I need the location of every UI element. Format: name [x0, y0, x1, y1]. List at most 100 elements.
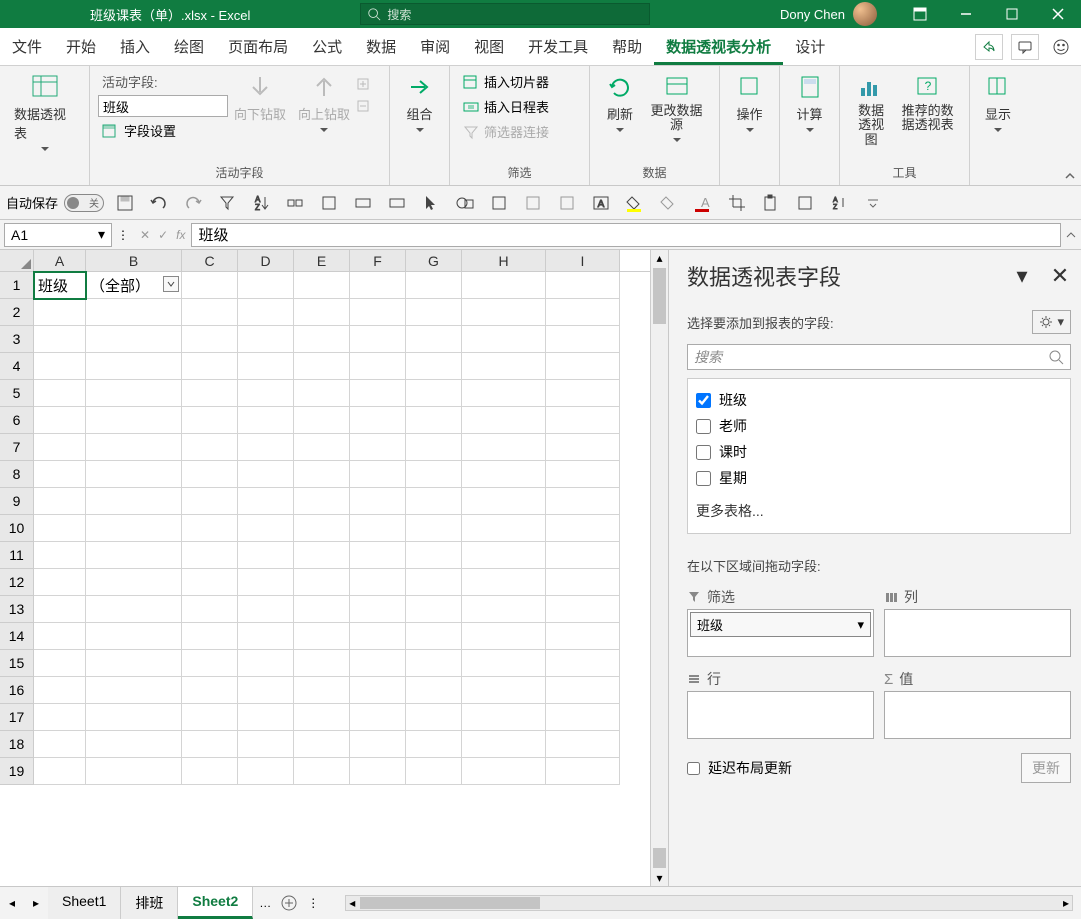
row-header[interactable]: 19 — [0, 758, 34, 785]
cell[interactable] — [182, 596, 238, 623]
cell[interactable] — [182, 704, 238, 731]
cell[interactable] — [238, 596, 294, 623]
ribbon-tab[interactable]: 设计 — [783, 28, 837, 65]
cell[interactable] — [350, 407, 406, 434]
qat-btn-1[interactable] — [214, 190, 240, 216]
collapse-ribbon-button[interactable] — [1063, 169, 1077, 183]
cell[interactable] — [406, 461, 462, 488]
cell[interactable] — [350, 623, 406, 650]
cell[interactable] — [182, 542, 238, 569]
column-header[interactable]: E — [294, 250, 350, 271]
cell[interactable] — [238, 434, 294, 461]
cell[interactable] — [294, 623, 350, 650]
cell[interactable] — [86, 326, 182, 353]
filter-dropdown-button[interactable] — [163, 276, 179, 292]
pivot-chart-button[interactable]: 数据透视图 — [848, 70, 894, 149]
sheet-nav-next[interactable]: ▸ — [24, 891, 48, 915]
column-header[interactable]: F — [350, 250, 406, 271]
cell[interactable] — [546, 380, 620, 407]
cell[interactable] — [182, 758, 238, 785]
rows-area[interactable]: 行 — [687, 667, 874, 739]
cell[interactable] — [34, 623, 86, 650]
cell[interactable] — [238, 677, 294, 704]
paste-button[interactable] — [758, 190, 784, 216]
filter-pill[interactable]: 班级▾ — [690, 612, 871, 637]
column-header[interactable]: H — [462, 250, 546, 271]
row-header[interactable]: 13 — [0, 596, 34, 623]
new-sheet-button[interactable] — [277, 891, 301, 915]
cell[interactable] — [546, 650, 620, 677]
cell[interactable] — [462, 542, 546, 569]
cell[interactable] — [294, 299, 350, 326]
cell[interactable] — [294, 542, 350, 569]
row-header[interactable]: 2 — [0, 299, 34, 326]
cell[interactable] — [546, 272, 620, 299]
qat-btn-5[interactable] — [384, 190, 410, 216]
cell[interactable]: 班级 — [34, 272, 86, 299]
ribbon-tab[interactable]: 数据透视表分析 — [654, 28, 783, 65]
row-header[interactable]: 6 — [0, 407, 34, 434]
cell[interactable] — [462, 326, 546, 353]
cell[interactable] — [350, 326, 406, 353]
cell[interactable] — [34, 461, 86, 488]
ribbon-tab[interactable]: 插入 — [108, 28, 162, 65]
horizontal-scrollbar[interactable]: ◂▸ — [345, 895, 1073, 911]
help-smiley-button[interactable] — [1047, 34, 1075, 60]
scroll-thumb[interactable] — [653, 268, 666, 324]
cell[interactable] — [350, 650, 406, 677]
cell[interactable] — [462, 623, 546, 650]
cell[interactable] — [406, 596, 462, 623]
field-item[interactable]: 班级 — [694, 387, 1064, 413]
row-header[interactable]: 18 — [0, 731, 34, 758]
cell[interactable] — [182, 380, 238, 407]
cell[interactable] — [34, 596, 86, 623]
cell[interactable] — [34, 731, 86, 758]
share-button[interactable] — [975, 34, 1003, 60]
recommended-pivot-button[interactable]: ?推荐的数据透视表 — [894, 70, 961, 135]
column-header[interactable]: G — [406, 250, 462, 271]
cell[interactable] — [182, 623, 238, 650]
cell[interactable] — [406, 704, 462, 731]
scroll-thumb[interactable] — [653, 848, 666, 868]
cell[interactable] — [238, 272, 294, 299]
cell[interactable] — [462, 407, 546, 434]
cell[interactable] — [406, 272, 462, 299]
cell[interactable] — [546, 407, 620, 434]
cell[interactable] — [546, 596, 620, 623]
cell[interactable] — [462, 353, 546, 380]
cell[interactable] — [34, 758, 86, 785]
cell[interactable] — [406, 380, 462, 407]
cell[interactable] — [350, 542, 406, 569]
cell[interactable] — [294, 326, 350, 353]
row-header[interactable]: 3 — [0, 326, 34, 353]
cell[interactable] — [462, 488, 546, 515]
crop-button[interactable] — [724, 190, 750, 216]
vertical-scrollbar[interactable]: ▴ ▾ — [650, 250, 668, 886]
cell[interactable] — [546, 623, 620, 650]
cell[interactable] — [462, 704, 546, 731]
sheet-tab[interactable]: 排班 — [121, 887, 178, 919]
ribbon-display-button[interactable] — [897, 0, 943, 28]
cell[interactable] — [34, 353, 86, 380]
row-header[interactable]: 15 — [0, 650, 34, 677]
cell[interactable] — [86, 299, 182, 326]
qat-btn-4[interactable] — [350, 190, 376, 216]
cell[interactable] — [238, 623, 294, 650]
cell[interactable] — [546, 488, 620, 515]
cell[interactable] — [86, 488, 182, 515]
qat-btn-7[interactable] — [520, 190, 546, 216]
cell[interactable] — [462, 677, 546, 704]
cell[interactable] — [238, 569, 294, 596]
sheet-tab[interactable]: Sheet2 — [178, 887, 253, 919]
row-header[interactable]: 10 — [0, 515, 34, 542]
cell[interactable] — [462, 380, 546, 407]
column-header[interactable]: A — [34, 250, 86, 271]
cell[interactable] — [294, 407, 350, 434]
cell[interactable] — [34, 407, 86, 434]
cell[interactable] — [182, 353, 238, 380]
ribbon-tab[interactable]: 公式 — [300, 28, 354, 65]
cell[interactable] — [350, 353, 406, 380]
cell[interactable] — [238, 488, 294, 515]
qat-btn-6[interactable] — [486, 190, 512, 216]
row-header[interactable]: 7 — [0, 434, 34, 461]
